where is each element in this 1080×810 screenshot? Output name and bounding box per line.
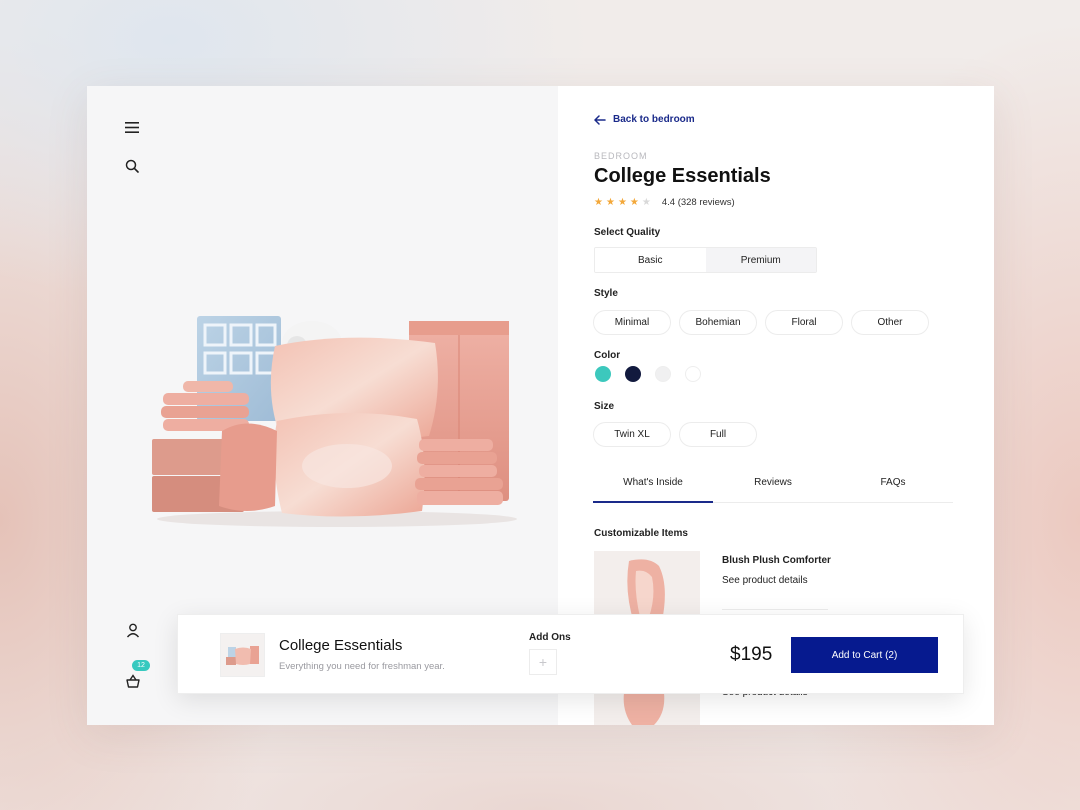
item-thumbnail-second[interactable] (594, 693, 700, 725)
size-option-full[interactable]: Full (679, 422, 757, 447)
category-label: BEDROOM (594, 151, 648, 161)
size-option-twin-xl[interactable]: Twin XL (593, 422, 671, 447)
style-option-floral[interactable]: Floral (765, 310, 843, 335)
add-ons-button[interactable]: + (529, 649, 557, 675)
item-name-comforter: Blush Plush Comforter (722, 555, 831, 566)
star-icon: ★ (594, 197, 603, 208)
cart-product-subtitle: Everything you need for freshman year. (279, 661, 445, 672)
tab-whats-inside[interactable]: What's Inside (593, 472, 713, 503)
size-label: Size (594, 401, 615, 412)
quality-option-basic[interactable]: Basic (595, 248, 706, 272)
tab-faqs[interactable]: FAQs (833, 472, 953, 502)
price: $195 (730, 644, 773, 665)
color-swatch-teal[interactable] (595, 366, 611, 382)
color-swatch-white[interactable] (685, 366, 701, 382)
star-icon: ★ (605, 197, 615, 208)
back-link-label: Back to bedroom (613, 114, 695, 125)
rating-stars: ★ ★ ★ ★ ★ (594, 197, 651, 208)
tab-reviews[interactable]: Reviews (713, 472, 833, 502)
star-icon: ★ (617, 197, 627, 208)
add-to-cart-button[interactable]: Add to Cart (2) (791, 637, 938, 673)
color-swatches (595, 366, 701, 382)
divider (722, 609, 828, 610)
item-details-link-comforter[interactable]: See product details (722, 575, 808, 586)
rating-text: 4.4 (328 reviews) (661, 197, 735, 208)
add-ons-label: Add Ons (529, 632, 571, 643)
basket-count-badge: 12 (132, 660, 150, 671)
cart-product-thumbnail (220, 633, 265, 677)
cart-product-title: College Essentials (279, 637, 403, 654)
menu-icon[interactable] (119, 114, 145, 140)
style-option-bohemian[interactable]: Bohemian (679, 310, 757, 335)
basket-icon[interactable]: 12 (120, 660, 150, 694)
cart-summary-bar: College Essentials Everything you need f… (177, 614, 964, 694)
color-label: Color (594, 350, 621, 361)
customizable-items-heading: Customizable Items (594, 528, 688, 539)
arrow-left-icon (594, 114, 606, 125)
product-photo (152, 316, 517, 527)
details-tabs: What's Inside Reviews FAQs (593, 472, 953, 503)
style-option-other[interactable]: Other (851, 310, 929, 335)
style-options: Minimal Bohemian Floral Other (593, 310, 929, 335)
search-icon[interactable] (119, 153, 145, 179)
star-icon: ★ (629, 197, 639, 208)
quality-selector: Basic Premium (594, 247, 817, 273)
size-options: Twin XL Full (593, 422, 757, 447)
quality-label: Select Quality (594, 227, 661, 238)
quality-option-premium[interactable]: Premium (705, 248, 816, 272)
style-label: Style (594, 288, 618, 299)
style-option-minimal[interactable]: Minimal (593, 310, 671, 335)
star-icon: ★ (641, 197, 651, 208)
back-to-bedroom-link[interactable]: Back to bedroom (594, 114, 695, 125)
user-icon[interactable] (120, 617, 146, 643)
product-title: College Essentials (594, 165, 771, 187)
rating-row: ★ ★ ★ ★ ★ 4.4 (328 reviews) (594, 197, 735, 208)
color-swatch-light-gray[interactable] (655, 366, 671, 382)
color-swatch-navy[interactable] (625, 366, 641, 382)
